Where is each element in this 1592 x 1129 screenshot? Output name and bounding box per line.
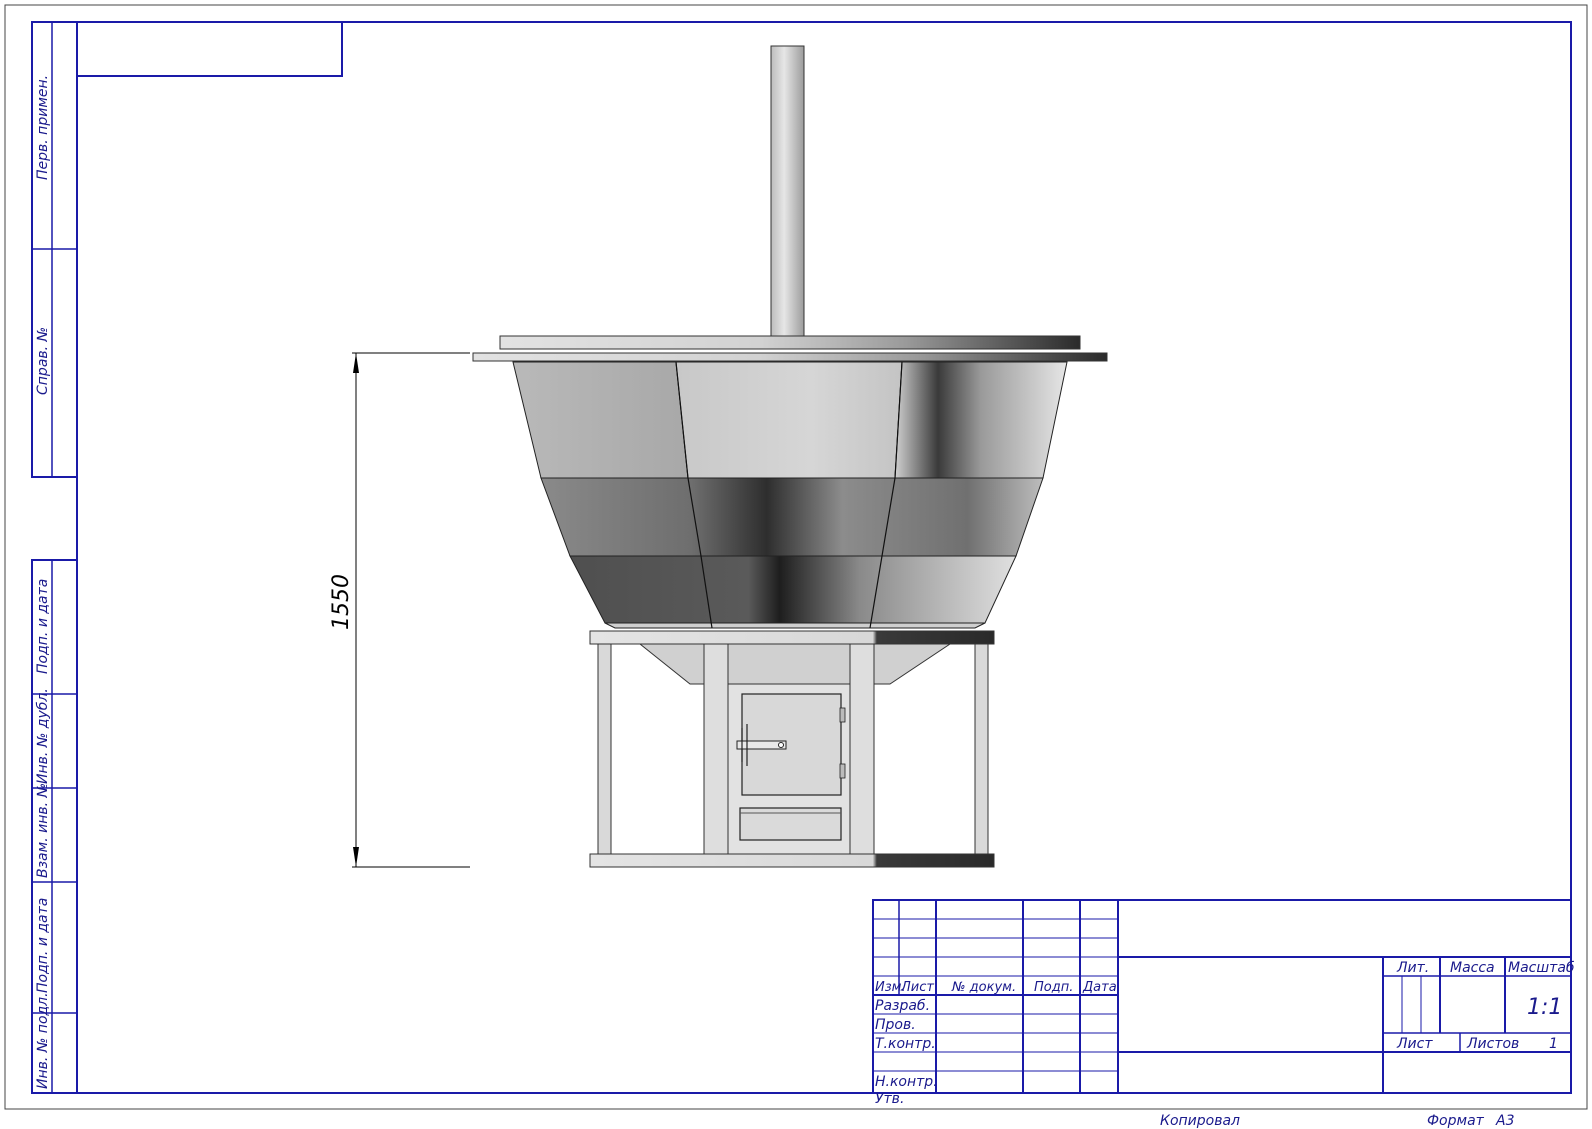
bowl-band-upper-left xyxy=(512,361,689,479)
side-label-podp-i-data-bottom: Подп. и дата xyxy=(35,898,51,993)
tb-masshtab-label: Масштаб xyxy=(1508,960,1575,976)
tb-header-data: Дата xyxy=(1082,980,1117,995)
lid-plate xyxy=(499,335,1081,350)
bowl-cone xyxy=(638,643,952,685)
stand-leg-outer-right xyxy=(974,643,989,855)
bowl-band-upper-mid xyxy=(675,361,903,479)
tb-sheet-label: Лист xyxy=(1396,1036,1433,1052)
stand-top-plate xyxy=(589,630,995,645)
top-left-box xyxy=(77,22,343,77)
bowl-band-middle xyxy=(540,477,1044,557)
side-label-podp-i-data-top: Подп. и дата xyxy=(35,579,51,674)
footer-format-label: Формат xyxy=(1427,1113,1485,1129)
tb-header-no-dokum: № докум. xyxy=(951,980,1016,995)
dimension-arrow-top xyxy=(353,353,359,373)
chimney-pipe xyxy=(770,45,805,337)
side-label-inv-no-dubl: Инв. № дубл. xyxy=(35,688,51,784)
stand-leg-inner-right xyxy=(849,643,875,855)
door-latch-knob xyxy=(778,742,784,748)
side-label-perv-primen: Перв. примен. xyxy=(35,75,51,180)
door-hinge-top xyxy=(839,707,846,723)
drawing-sheet: Перв. примен. Справ. № Подп. и дата Инв.… xyxy=(4,4,1588,1129)
side-label-inv-no-podl: Инв. № подл. xyxy=(35,992,51,1089)
bowl-band-lower xyxy=(569,555,1017,624)
side-label-vzam-inv-no: Взам. инв. № xyxy=(35,783,51,878)
title-block xyxy=(872,899,1572,1094)
tb-lit-label: Лит. xyxy=(1396,960,1429,976)
tb-sheets-label: Листов xyxy=(1466,1036,1519,1052)
tb-role-n-kontr: Н.контр. xyxy=(875,1074,938,1090)
tb-role-prov: Пров. xyxy=(875,1017,916,1033)
tb-scale-value: 1:1 xyxy=(1527,995,1562,1020)
height-dimension-label: 1550 xyxy=(329,574,354,630)
stand-leg-outer-left xyxy=(597,643,612,855)
footer-format-value: A3 xyxy=(1495,1113,1514,1129)
dimension-arrow-bottom xyxy=(353,847,359,867)
side-label-sprav-no: Справ. № xyxy=(35,327,51,395)
tb-role-utv: Утв. xyxy=(875,1091,904,1107)
door-hinge-bottom xyxy=(839,763,846,779)
rim-plate xyxy=(472,352,1108,362)
bowl-band-bottom xyxy=(604,622,986,629)
footer-kopiroval: Копировал xyxy=(1160,1113,1240,1129)
height-dimension xyxy=(352,352,470,868)
tb-role-razrab: Разраб. xyxy=(875,998,930,1014)
stand-bottom-rail xyxy=(589,853,995,868)
bowl-band-upper-right xyxy=(894,361,1068,479)
tb-sheets-count: 1 xyxy=(1549,1036,1558,1052)
tb-massa-label: Масса xyxy=(1450,960,1495,976)
tb-role-t-kontr: Т.контр. xyxy=(875,1036,936,1052)
tb-header-podp: Подп. xyxy=(1034,980,1073,995)
cauldron-stove-drawing xyxy=(472,45,1108,868)
tb-header-list: Лист xyxy=(900,980,934,995)
stand-leg-inner-left xyxy=(703,643,729,855)
